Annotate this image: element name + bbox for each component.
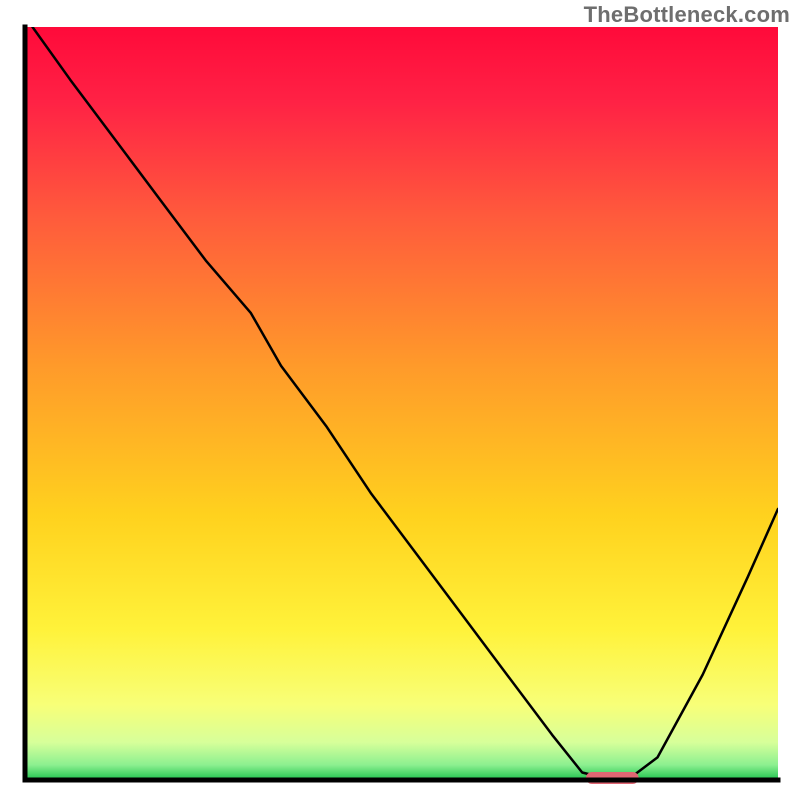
plot-background bbox=[25, 27, 778, 780]
watermark-text: TheBottleneck.com bbox=[584, 2, 790, 28]
bottleneck-chart bbox=[0, 0, 800, 800]
chart-stage: TheBottleneck.com bbox=[0, 0, 800, 800]
